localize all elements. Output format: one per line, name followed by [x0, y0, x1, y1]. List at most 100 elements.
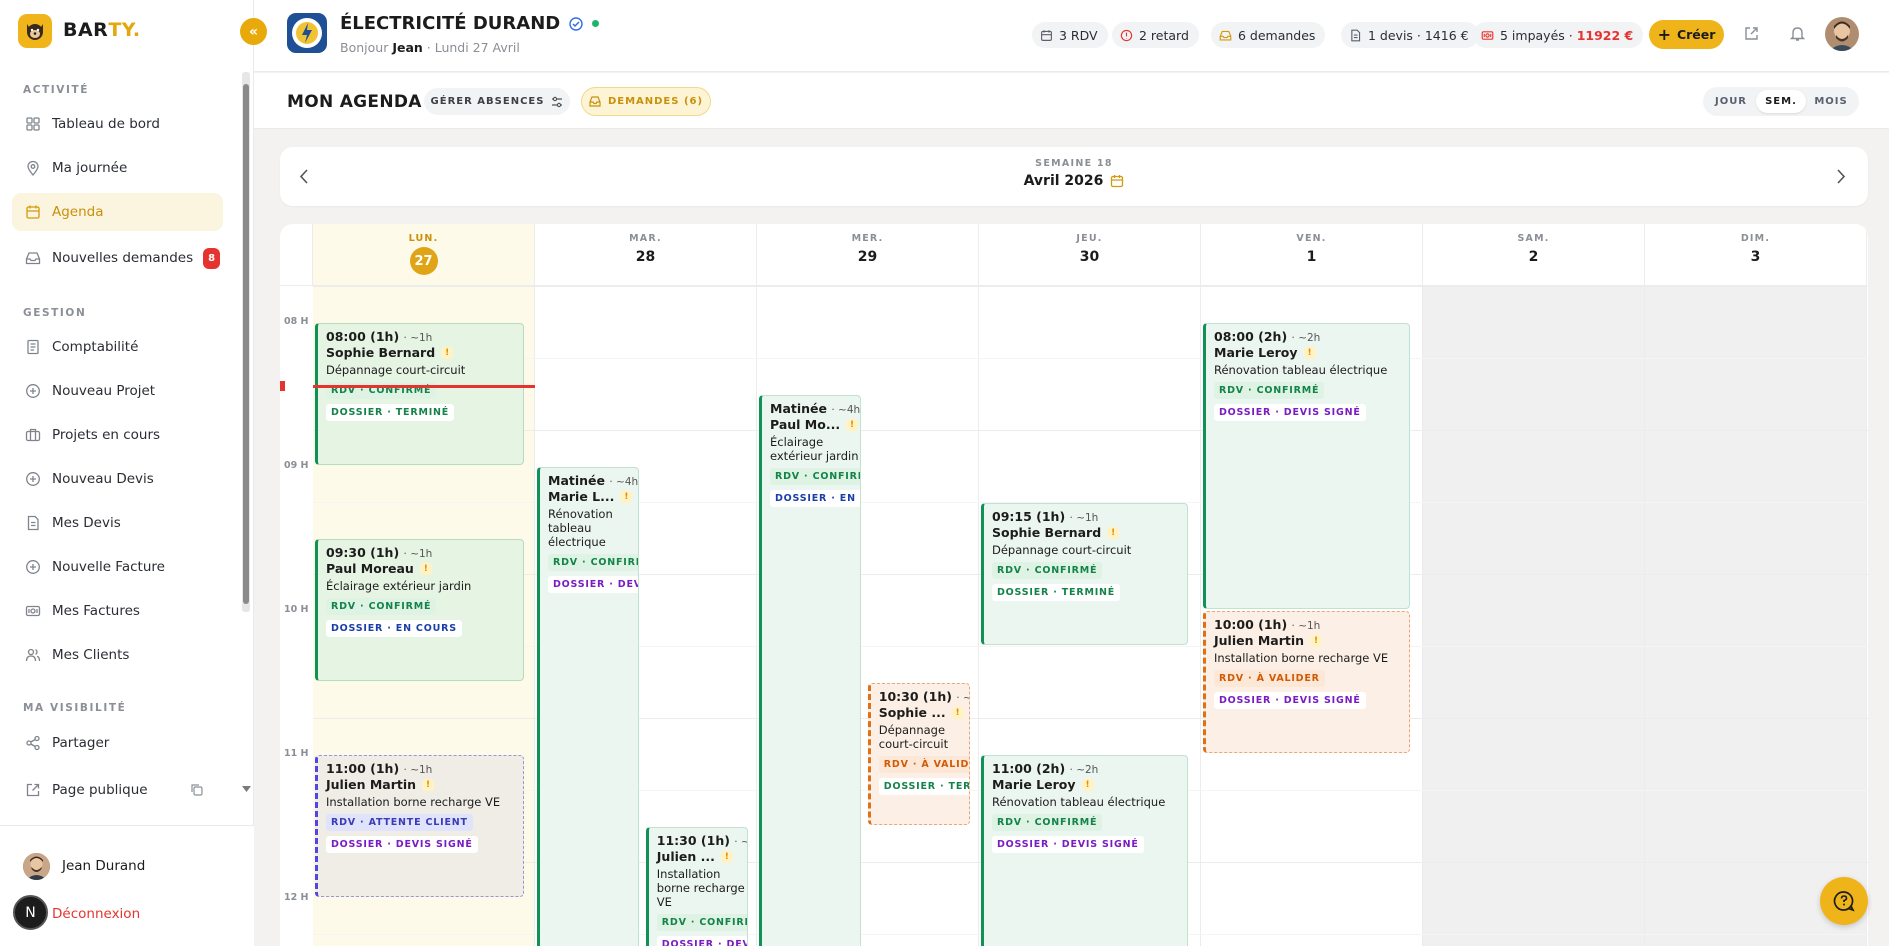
event-card[interactable]: 11:00 (1h) · ~1h Julien Martin! Installa… [315, 755, 524, 897]
view-option-mois[interactable]: MOIS [1806, 90, 1856, 113]
sidebar-item-comptabilite[interactable]: Comptabilité [12, 328, 223, 366]
event-card[interactable]: 10:00 (1h) · ~1h Julien Martin! Installa… [1203, 611, 1410, 753]
warning-icon: ! [419, 562, 432, 575]
sidebar-scrollbar-thumb[interactable] [243, 84, 249, 604]
day-column[interactable] [1423, 286, 1645, 946]
event-status-tag: DOSSIER · EN COURS [326, 620, 462, 637]
day-header[interactable]: JEU. 30 [979, 224, 1201, 286]
help-chat-button[interactable] [1820, 877, 1868, 925]
stat-chip[interactable]: 1 devis · 1416 € [1341, 22, 1479, 48]
sidebar-item-page-publique[interactable]: Page publique [12, 771, 223, 809]
agenda-toolbar: MON AGENDA GÉRER ABSENCES DEMANDES (6) J… [254, 73, 1889, 129]
event-client: Paul Mo... [770, 417, 841, 432]
warning-icon: ! [1303, 346, 1316, 359]
event-client: Julien ... [656, 849, 715, 864]
demandes-button[interactable]: DEMANDES (6) [581, 87, 711, 116]
event-card[interactable]: 11:00 (2h) · ~2h Marie Leroy! Rénovation… [981, 755, 1188, 946]
view-option-jour[interactable]: JOUR [1706, 90, 1756, 113]
sidebar-item-ma-journee[interactable]: Ma journée [12, 149, 223, 187]
document-icon [1351, 29, 1361, 41]
stat-chip[interactable]: 3 RDV [1032, 22, 1108, 48]
sidebar-item-label: Mes Factures [52, 603, 140, 619]
day-header[interactable]: SAM. 2 [1423, 224, 1645, 286]
month-label[interactable]: Avril 2026 [280, 173, 1868, 189]
nav-section-label: GESTION [23, 307, 87, 319]
sidebar-item-label: Nouvelles demandes [52, 250, 194, 266]
event-client: Marie L... [548, 489, 615, 504]
copy-icon[interactable] [190, 783, 204, 797]
day-name: MAR. [629, 233, 662, 244]
event-card[interactable]: Matinée · ~4h Marie L...! Rénovation tab… [537, 467, 640, 946]
next-week-chevron-icon[interactable] [1836, 169, 1846, 184]
event-status-tag: RDV · À VALIDER [878, 756, 970, 773]
day-name: VEN. [1296, 233, 1327, 244]
hour-gridline [313, 430, 1868, 431]
event-card[interactable]: Matinée · ~4h Paul Mo...! Éclairage exté… [759, 395, 862, 946]
n-badge[interactable]: N [13, 895, 48, 930]
sidebar-item-partager[interactable]: Partager [12, 724, 223, 762]
sidebar-item-agenda[interactable]: Agenda [12, 193, 223, 231]
logout-link[interactable]: Déconnexion [52, 906, 140, 922]
nav-section-label: ACTIVITÉ [23, 84, 90, 96]
sidebar-item-label: Nouveau Devis [52, 471, 154, 487]
stat-chip[interactable]: 2 retard [1112, 22, 1199, 48]
warning-icon: ! [846, 418, 859, 431]
sidebar-item-nouvelle-facture[interactable]: Nouvelle Facture [12, 548, 223, 586]
sidebar-item-mes-factures[interactable]: Mes Factures [12, 592, 223, 630]
sidebar-item-mes-devis[interactable]: Mes Devis [12, 504, 223, 542]
stat-chip[interactable]: 6 demandes [1211, 22, 1326, 48]
sidebar-item-nouveau-projet[interactable]: Nouveau Projet [12, 372, 223, 410]
header-avatar[interactable] [1825, 17, 1859, 51]
event-card[interactable]: 08:00 (1h) · ~1h Sophie Bernard! Dépanna… [315, 323, 524, 465]
event-client: Marie Leroy [1214, 345, 1298, 360]
day-header[interactable]: VEN. 1 [1201, 224, 1423, 286]
event-card[interactable]: 09:30 (1h) · ~1h Paul Moreau! Éclairage … [315, 539, 524, 681]
event-client: Sophie Bernard [992, 525, 1102, 540]
event-status-tag: RDV · CONFIRMÉ [656, 914, 748, 931]
stat-chip[interactable]: 5 impayés · 11922 € [1473, 22, 1644, 48]
day-name: DIM. [1740, 233, 1771, 244]
user-name[interactable]: Jean Durand [62, 858, 145, 874]
warning-icon: ! [1107, 526, 1120, 539]
create-button[interactable]: + Créer [1649, 20, 1724, 49]
day-header[interactable]: LUN. 27 [313, 224, 535, 286]
event-card[interactable]: 10:30 (1h) · ~1h Sophie ...! Dépannage c… [867, 683, 971, 825]
day-header[interactable]: DIM. 3 [1645, 224, 1867, 286]
collapse-sidebar-button[interactable]: « [240, 18, 267, 45]
external-link-icon [26, 783, 40, 797]
week-label: SEMAINE 18 [1035, 158, 1113, 169]
banknote-icon [1481, 30, 1494, 40]
barty-logo[interactable] [18, 14, 52, 48]
event-description: Rénovation tableau électrique [1214, 363, 1388, 377]
event-card[interactable]: 09:15 (1h) · ~1h Sophie Bernard! Dépanna… [981, 503, 1188, 645]
event-status-tag: DOSSIER · DEVIS SIGNÉ [1214, 692, 1366, 709]
sidebar-item-nouvelles-demandes[interactable]: Nouvelles demandes 8 [12, 239, 223, 277]
day-name: SAM. [1517, 233, 1550, 244]
view-option-sem[interactable]: SEM. [1756, 90, 1806, 113]
briefcase-icon [25, 428, 41, 442]
current-time-line [313, 385, 535, 389]
bell-icon[interactable] [1789, 25, 1806, 42]
day-column[interactable] [1645, 286, 1867, 946]
sidebar-item-projets-en-cours[interactable]: Projets en cours [12, 416, 223, 454]
scroll-down-arrow-icon[interactable] [242, 786, 251, 792]
event-status-tag: DOSSIER · DEVIS SIGNÉ [992, 836, 1144, 853]
sidebar-item-nouveau-devis[interactable]: Nouveau Devis [12, 460, 223, 498]
day-number: 3 [1750, 249, 1761, 265]
external-link-icon[interactable] [1744, 26, 1759, 41]
day-header[interactable]: MAR. 28 [535, 224, 757, 286]
sidebar-item-label: Projets en cours [52, 427, 161, 443]
event-card[interactable]: 08:00 (2h) · ~2h Marie Leroy! Rénovation… [1203, 323, 1410, 609]
user-avatar[interactable] [23, 853, 50, 880]
event-description: Rénovation tableau électrique [548, 507, 613, 549]
sidebar-item-tableau-de-bord[interactable]: Tableau de bord [12, 105, 223, 143]
week-navigator: SEMAINE 18 Avril 2026 [280, 147, 1868, 206]
day-header[interactable]: MER. 29 [757, 224, 979, 286]
company-name: ÉLECTRICITÉ DURAND [340, 13, 561, 34]
event-card[interactable]: 11:30 (1h) · ~1h Julien ...! Installatio… [645, 827, 749, 946]
sidebar-item-label: Nouveau Projet [52, 383, 156, 399]
company-title: ÉLECTRICITÉ DURAND [340, 13, 600, 34]
sidebar-item-mes-clients[interactable]: Mes Clients [12, 636, 223, 674]
event-status-tag: RDV · À VALIDER [1214, 670, 1325, 687]
manage-absences-button[interactable]: GÉRER ABSENCES [424, 88, 570, 115]
